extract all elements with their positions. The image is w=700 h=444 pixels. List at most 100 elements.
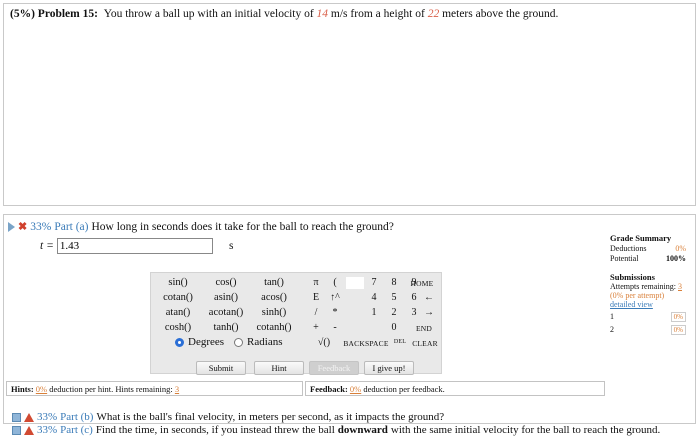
calc-sqrt-button[interactable]: √() — [311, 337, 337, 348]
part-a-percent: 33% — [30, 220, 52, 233]
hints-bar: Hints: 0% deduction per hint. Hints rema… — [6, 381, 303, 396]
part-c-question-end: with the same initial velocity for the b… — [390, 424, 661, 436]
part-a-label: Part (a) — [54, 220, 89, 233]
calc-digit-0[interactable]: 0 — [385, 322, 403, 333]
calc-cosh-button[interactable]: cosh() — [151, 322, 205, 333]
calc-tan-button[interactable]: tan() — [247, 277, 301, 288]
part-b-label: Part (b) — [60, 411, 94, 423]
calc-digit-2[interactable]: 2 — [385, 307, 403, 318]
incorrect-x-icon: ✖ — [18, 221, 28, 233]
calc-e-button[interactable]: E — [307, 292, 325, 303]
calc-cotanh-button[interactable]: cotanh() — [247, 322, 301, 333]
attempt-row: 2 0% — [610, 325, 686, 335]
attempt-number: 2 — [610, 325, 614, 334]
calc-backspace-button[interactable]: BACKSPACE — [337, 339, 395, 348]
give-up-button[interactable]: I give up! — [364, 361, 414, 375]
submissions-panel: Submissions Attempts remaining: 3 (0% pe… — [610, 272, 686, 335]
part-c-question-start: Find the time, in seconds, if you instea… — [95, 424, 335, 436]
feedback-button[interactable]: Feedback — [309, 361, 359, 375]
problem-text-2: m/s from a height of — [330, 8, 425, 20]
calc-home-button[interactable]: HOME — [399, 279, 445, 288]
problem-statement: (5%) Problem 15: You throw a ball up wit… — [10, 8, 558, 20]
radians-label: Radians — [247, 336, 283, 348]
part-c-label: Part (c) — [60, 424, 93, 436]
answer-variable-label: t = — [40, 240, 54, 252]
calc-plus-button[interactable]: + — [307, 322, 325, 333]
hints-label: Hints: — [11, 383, 34, 394]
grade-summary-title: Grade Summary — [610, 233, 672, 243]
answer-row: t = — [40, 238, 213, 254]
detailed-view-link[interactable]: detailed view — [610, 300, 686, 309]
calc-digit-4[interactable]: 4 — [365, 292, 383, 303]
submissions-title: Submissions — [610, 272, 655, 282]
calc-digit-1[interactable]: 1 — [365, 307, 383, 318]
calc-multiply-button[interactable]: * — [326, 307, 344, 318]
problem-panel — [3, 3, 696, 206]
calc-cotan-button[interactable]: cotan() — [151, 292, 205, 303]
calc-asin-button[interactable]: asin() — [199, 292, 253, 303]
attempt-score: 0% — [670, 325, 686, 335]
submit-button[interactable]: Submit — [196, 361, 246, 375]
potential-label: Potential — [610, 254, 639, 263]
calc-end-button[interactable]: END — [406, 324, 442, 333]
deductions-value: 0% — [675, 244, 686, 253]
calc-digit-5[interactable]: 5 — [385, 292, 403, 303]
answer-unit: s — [229, 240, 234, 252]
problem-percent: (5%) — [10, 8, 35, 20]
document-icon — [12, 425, 21, 435]
potential-value: 100% — [666, 254, 686, 263]
radians-radio[interactable] — [234, 337, 244, 347]
feedback-text: deduction per feedback. — [363, 383, 445, 394]
document-icon — [12, 412, 21, 422]
problem-velocity-value: 14 — [316, 8, 329, 20]
calc-cos-button[interactable]: cos() — [199, 277, 253, 288]
calc-open-paren-button[interactable]: ( — [326, 277, 344, 288]
attempts-remaining-value: 3 — [678, 282, 682, 291]
calc-del-button[interactable]: DEL — [389, 339, 411, 345]
grade-summary: Grade Summary Deductions 0% Potential 10… — [610, 233, 686, 263]
part-b-percent: 33% — [37, 411, 58, 423]
problem-text-3: meters above the ground. — [442, 8, 559, 20]
attempt-score: 0% — [670, 312, 686, 322]
calc-clear-button[interactable]: CLEAR — [409, 339, 441, 348]
part-a-header: ✖ 33% Part (a) How long in seconds does … — [8, 220, 394, 233]
calc-acos-button[interactable]: acos() — [247, 292, 301, 303]
part-c-percent: 33% — [37, 424, 58, 436]
calc-digit-7[interactable]: 7 — [365, 277, 383, 288]
calculator-keypad: sin() cos() tan() cotan() asin() acos() … — [150, 272, 442, 374]
expand-triangle-icon[interactable] — [8, 221, 15, 232]
per-attempt-text: (0% per attempt) — [610, 291, 665, 300]
calc-power-button[interactable]: ↑^ — [326, 292, 344, 303]
calc-acotan-button[interactable]: acotan() — [199, 307, 253, 318]
calc-minus-button[interactable]: - — [326, 322, 344, 333]
part-c-emphasis: downward — [337, 424, 388, 436]
part-b-line[interactable]: 33% Part (b) What is the ball's final ve… — [12, 411, 444, 423]
attempt-number: 1 — [610, 312, 614, 321]
angle-mode-selector: Degrees Radians — [175, 336, 283, 348]
feedback-label: Feedback: — [310, 383, 348, 394]
calc-right-arrow-icon[interactable]: → — [415, 307, 443, 318]
problem-height-value: 22 — [427, 8, 440, 20]
feedback-deduction-pct: 0% — [349, 383, 362, 394]
calc-pi-button[interactable]: π — [307, 277, 325, 288]
answer-input[interactable] — [56, 238, 213, 254]
part-a-question: How long in seconds does it take for the… — [91, 220, 394, 233]
calc-close-paren-button[interactable] — [346, 277, 364, 289]
calc-atan-button[interactable]: atan() — [151, 307, 205, 318]
calc-left-arrow-icon[interactable]: ← — [415, 292, 443, 303]
hints-text: deduction per hint. Hints remaining: — [49, 383, 173, 394]
problem-text-1: You throw a ball up with an initial velo… — [103, 8, 314, 20]
calc-divide-button[interactable]: / — [307, 307, 325, 318]
part-b-question: What is the ball's final velocity, in me… — [96, 411, 445, 423]
attempt-row: 1 0% — [610, 312, 686, 322]
part-c-line[interactable]: 33% Part (c) Find the time, in seconds, … — [12, 424, 660, 436]
calc-sin-button[interactable]: sin() — [151, 277, 205, 288]
attempts-remaining-label: Attempts remaining: — [610, 282, 676, 291]
degrees-radio[interactable] — [175, 337, 184, 347]
deductions-label: Deductions — [610, 244, 647, 253]
hint-button[interactable]: Hint — [254, 361, 304, 375]
degrees-label: Degrees — [188, 336, 225, 348]
calc-tanh-button[interactable]: tanh() — [199, 322, 253, 333]
warning-icon — [24, 412, 34, 422]
calc-sinh-button[interactable]: sinh() — [247, 307, 301, 318]
